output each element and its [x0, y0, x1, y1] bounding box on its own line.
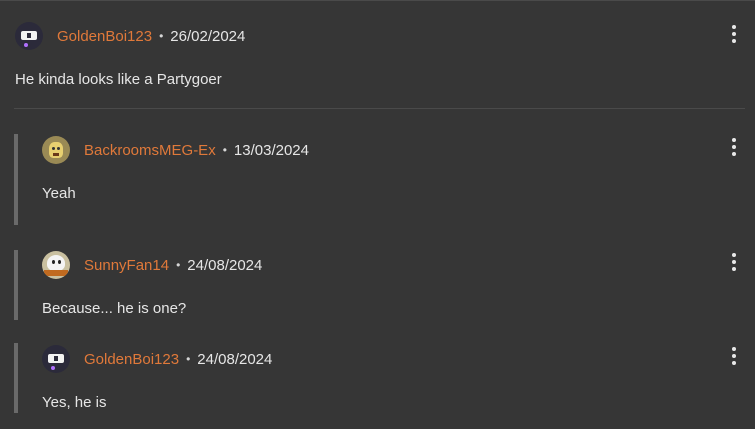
comment-text: He kinda looks like a Partygoer — [15, 71, 222, 88]
reply-text: Yes, he is — [42, 394, 107, 411]
username[interactable]: GoldenBoi123 — [57, 28, 152, 45]
reply-text: Yeah — [42, 185, 76, 202]
divider — [14, 108, 745, 109]
avatar[interactable] — [15, 22, 43, 50]
separator-dot: • — [176, 258, 181, 272]
reply-date: 24/08/2024 — [187, 256, 263, 274]
reply-date: 24/08/2024 — [197, 350, 273, 368]
username[interactable]: GoldenBoi123 — [84, 351, 179, 368]
reply-thread-bar — [14, 134, 18, 225]
avatar[interactable] — [42, 136, 70, 164]
reply-header: BackroomsMEG-Ex • 13/03/2024 — [42, 135, 309, 165]
username[interactable]: BackroomsMEG-Ex — [84, 142, 216, 159]
separator-dot: • — [159, 29, 164, 43]
avatar[interactable] — [42, 345, 70, 373]
reply-thread-bar — [14, 250, 18, 320]
comments-section: GoldenBoi123 • 26/02/2024 He kinda looks… — [0, 0, 755, 429]
reply-text: Because... he is one? — [42, 300, 187, 317]
username[interactable]: SunnyFan14 — [84, 257, 169, 274]
more-options-icon[interactable] — [729, 253, 739, 271]
reply-date: 13/03/2024 — [233, 141, 309, 159]
reply-header: SunnyFan14 • 24/08/2024 — [42, 250, 262, 280]
more-options-icon[interactable] — [729, 347, 739, 365]
reply: SunnyFan14 • 24/08/2024 Because... he is… — [14, 250, 755, 320]
reply-header: GoldenBoi123 • 24/08/2024 — [42, 344, 272, 374]
comment-date: 26/02/2024 — [170, 27, 246, 45]
more-options-icon[interactable] — [729, 138, 739, 156]
reply: BackroomsMEG-Ex • 13/03/2024 Yeah — [14, 134, 755, 225]
reply: GoldenBoi123 • 24/08/2024 Yes, he is — [14, 343, 755, 413]
comment-header: GoldenBoi123 • 26/02/2024 — [15, 21, 245, 51]
reply-thread-bar — [14, 343, 18, 413]
comment: GoldenBoi123 • 26/02/2024 He kinda looks… — [0, 1, 755, 109]
avatar[interactable] — [42, 251, 70, 279]
separator-dot: • — [186, 352, 191, 366]
separator-dot: • — [222, 143, 227, 157]
more-options-icon[interactable] — [729, 25, 739, 43]
